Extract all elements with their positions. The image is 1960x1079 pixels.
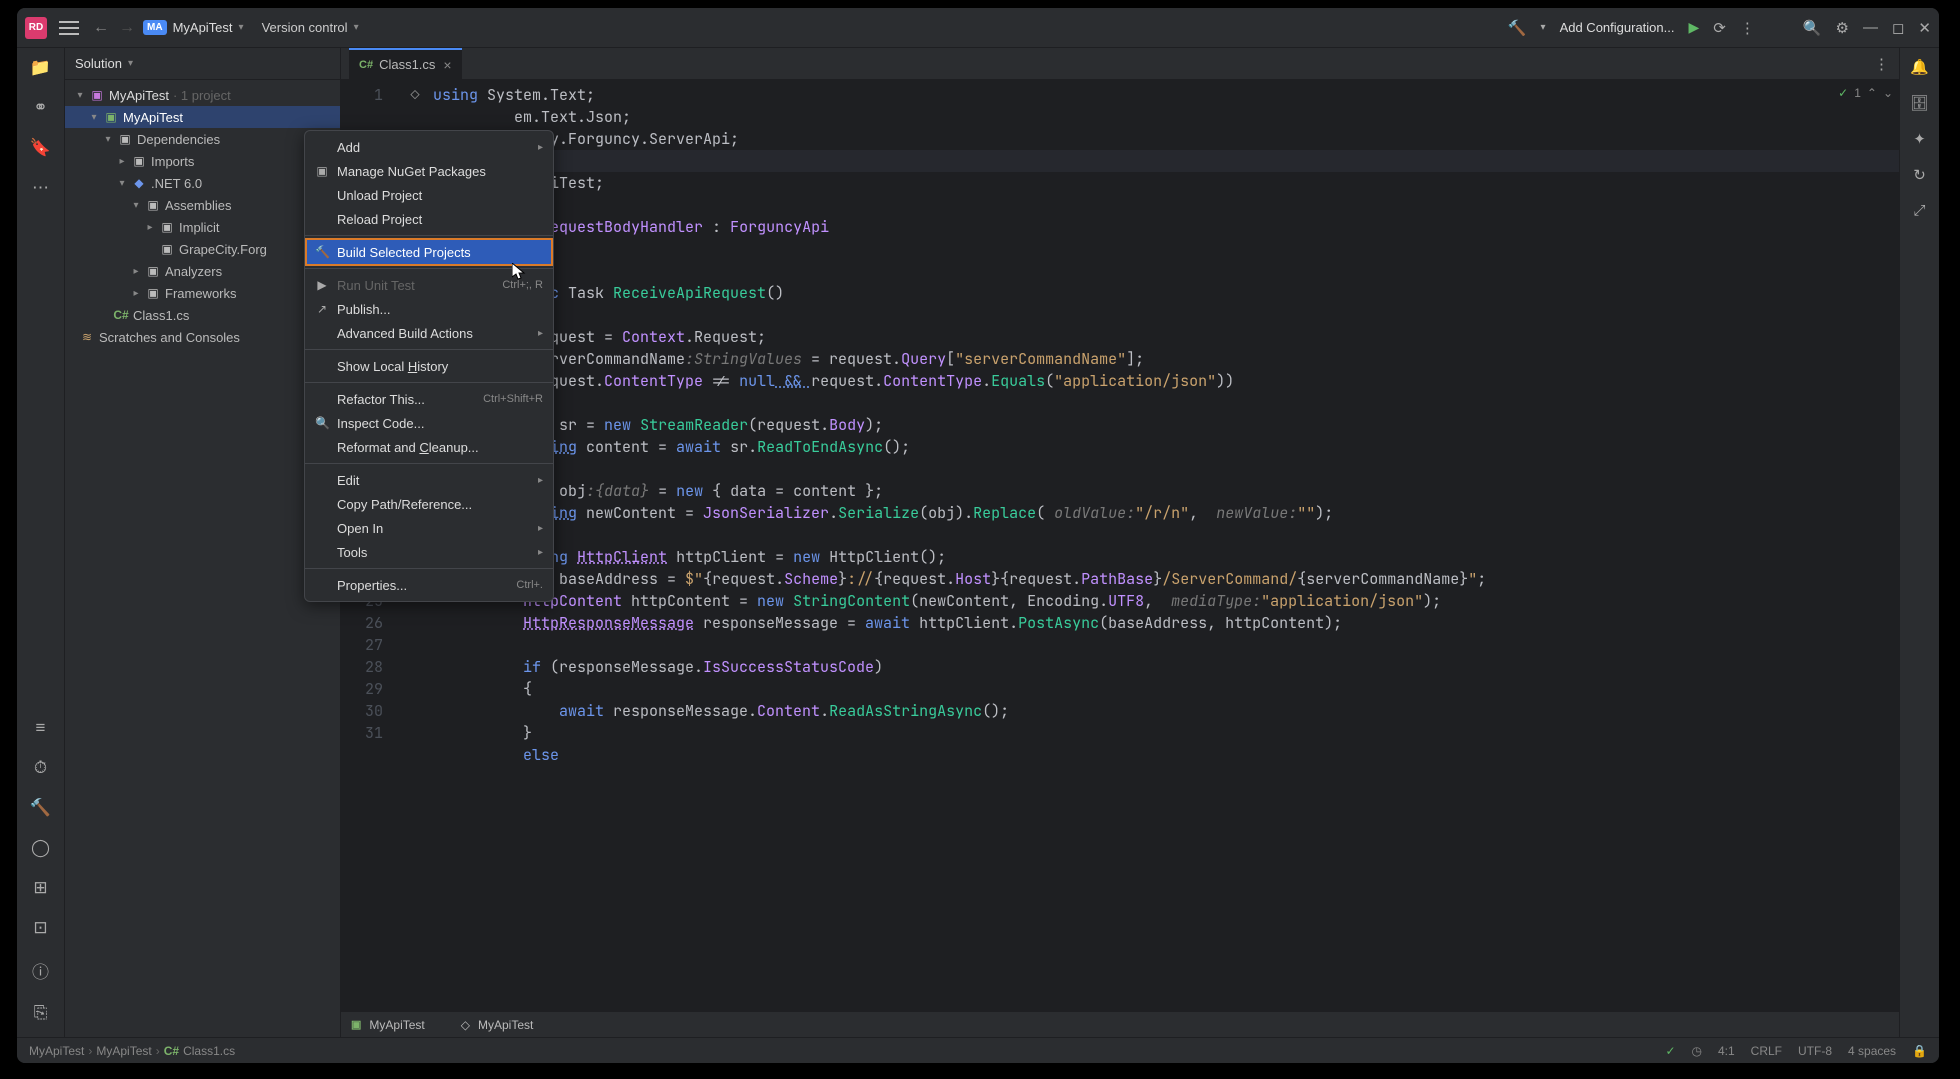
csharp-icon: C#	[359, 59, 373, 71]
notifications-icon[interactable]: 🔔	[1910, 58, 1929, 76]
solution-dropdown[interactable]: ▾	[128, 58, 133, 69]
tool-1[interactable]: ≡	[36, 718, 46, 738]
class1-node[interactable]: C#Class1.cs	[65, 304, 340, 326]
hammer-icon: 🔨	[315, 245, 329, 259]
ctx-properties[interactable]: Properties...Ctrl+.	[305, 573, 553, 597]
right-toolbar: 🔔 🗄 ✦ ↻ ⤢	[1899, 48, 1939, 1037]
bookmark-icon[interactable]: 🔖	[30, 138, 51, 158]
code-editor[interactable]: 1 1920212223 2425262728 293031 ◇ using S…	[341, 80, 1899, 1011]
version-control[interactable]: Version control	[262, 20, 348, 35]
scratches-node[interactable]: ≋Scratches and Consoles	[65, 326, 340, 348]
project-dropdown[interactable]: ▾	[239, 22, 244, 33]
lock-icon[interactable]: 🔒	[1912, 1044, 1927, 1058]
left-toolbar: 📁 ⚭ 🔖 ⋯ ≡ ⏱ 🔨 ◯ ⊞ ⊡ ⓘ ⎘	[17, 48, 65, 1037]
ctx-publish[interactable]: ↗Publish...	[305, 297, 553, 321]
chevron-down-icon[interactable]: ⌄	[1883, 86, 1893, 100]
tool-4[interactable]: ◯	[31, 838, 50, 858]
project-badge: MA	[143, 20, 167, 35]
ai-icon[interactable]: ✦	[1913, 130, 1926, 148]
ctx-local-history[interactable]: Show Local History	[305, 354, 553, 378]
solution-root[interactable]: ▾▣ MyApiTest · 1 project	[65, 84, 340, 106]
solution-title[interactable]: Solution	[75, 56, 122, 71]
ctx-refactor[interactable]: Refactor This...Ctrl+Shift+R	[305, 387, 553, 411]
nav-icon-2: ◇	[461, 1018, 470, 1032]
ctx-inspect[interactable]: 🔍Inspect Code...	[305, 411, 553, 435]
mouse-cursor	[512, 263, 526, 281]
run-config[interactable]: Add Configuration...	[1560, 20, 1675, 35]
tab-class1[interactable]: C# Class1.cs ×	[349, 48, 462, 80]
explorer-icon[interactable]: 📁	[30, 58, 51, 78]
solution-tree: ▾▣ MyApiTest · 1 project ▾▣ MyApiTest ▾▣…	[65, 80, 340, 352]
solution-panel: Solution ▾ ▾▣ MyApiTest · 1 project ▾▣ M…	[65, 48, 341, 1037]
navigation-bar: ▣ MyApiTest ◇ MyApiTest	[341, 1011, 1899, 1037]
nav-icon-1: ▣	[351, 1018, 361, 1031]
editor-tabs: C# Class1.cs × ⋮	[341, 48, 1899, 80]
project-name[interactable]: MyApiTest	[173, 20, 233, 35]
database-icon[interactable]: 🗄	[1910, 94, 1929, 112]
ctx-advanced-build[interactable]: Advanced Build Actions▸	[305, 321, 553, 345]
inspection-widget[interactable]: ✓ 1 ⌃ ⌄	[1838, 86, 1893, 100]
ctx-open-in[interactable]: Open In▸	[305, 516, 553, 540]
run-button[interactable]: ▶	[1688, 19, 1699, 36]
context-menu: Add▸ ▣Manage NuGet Packages Unload Proje…	[304, 130, 554, 602]
settings-icon[interactable]: ⚙	[1836, 19, 1849, 37]
tool-8[interactable]: ⎘	[34, 1003, 48, 1023]
editor-area: C# Class1.cs × ⋮ ✓ 1 ⌃ ⌄ 1 1920212223 24…	[341, 48, 1899, 1037]
net-node[interactable]: ▾◆.NET 6.0	[65, 172, 340, 194]
ide-logo: RD	[25, 17, 47, 39]
build-icon[interactable]: 🔨	[1508, 19, 1527, 37]
assemblies-node[interactable]: ▾▣Assemblies	[65, 194, 340, 216]
tool-2[interactable]: ⏱	[34, 758, 47, 778]
debug-button[interactable]: ⟳	[1713, 19, 1726, 37]
vcs-dropdown[interactable]: ▾	[354, 22, 359, 33]
statusbar: MyApiTest› MyApiTest› C#Class1.cs ✓ ◷ 4:…	[17, 1037, 1939, 1063]
main-menu-button[interactable]	[59, 21, 79, 35]
tool-3[interactable]: 🔨	[30, 798, 51, 818]
ctx-build-selected[interactable]: 🔨Build Selected Projects	[305, 238, 553, 266]
build-dropdown[interactable]: ▾	[1541, 22, 1546, 33]
nav-forward[interactable]: →	[117, 19, 137, 37]
grapecity-node[interactable]: ▣GrapeCity.Forg	[65, 238, 340, 260]
ctx-reformat[interactable]: Reformat and Cleanup...	[305, 435, 553, 459]
shrink-icon[interactable]: ⤢	[1913, 202, 1925, 219]
tool-6[interactable]: ⊡	[33, 918, 47, 938]
more-tools-icon[interactable]: ⋯	[32, 178, 49, 198]
analyzers-node[interactable]: ▸▣Analyzers	[65, 260, 340, 282]
ctx-unload[interactable]: Unload Project	[305, 183, 553, 207]
tool-7[interactable]: ⓘ	[32, 958, 49, 983]
ctx-nuget[interactable]: ▣Manage NuGet Packages	[305, 159, 553, 183]
search-icon[interactable]: 🔍	[1803, 19, 1822, 37]
project-node[interactable]: ▾▣ MyApiTest	[65, 106, 340, 128]
ctx-add[interactable]: Add▸	[305, 135, 553, 159]
status-check-icon[interactable]: ✓	[1665, 1044, 1675, 1058]
structure-icon[interactable]: ⚭	[33, 98, 47, 118]
history-icon[interactable]: ↻	[1913, 166, 1926, 184]
chevron-up-icon[interactable]: ⌃	[1867, 86, 1877, 100]
ctx-copy-path[interactable]: Copy Path/Reference...	[305, 492, 553, 516]
check-icon: ✓	[1838, 86, 1848, 100]
ctx-edit[interactable]: Edit▸	[305, 468, 553, 492]
ctx-reload[interactable]: Reload Project	[305, 207, 553, 231]
close-button[interactable]: ✕	[1918, 19, 1931, 37]
nav-back[interactable]: ←	[91, 19, 111, 37]
more-button[interactable]: ⋮	[1740, 19, 1755, 37]
status-progress-icon[interactable]: ◷	[1692, 1044, 1702, 1058]
ctx-tools[interactable]: Tools▸	[305, 540, 553, 564]
imports-node[interactable]: ▸▣Imports	[65, 150, 340, 172]
tab-close[interactable]: ×	[443, 57, 451, 73]
implicit-node[interactable]: ▸▣Implicit	[65, 216, 340, 238]
dependencies-node[interactable]: ▾▣Dependencies	[65, 128, 340, 150]
maximize-button[interactable]: ◻	[1892, 19, 1904, 37]
titlebar: RD ← → MA MyApiTest ▾ Version control ▾ …	[17, 8, 1939, 48]
tool-5[interactable]: ⊞	[33, 878, 47, 898]
code-content[interactable]: using System.Text; em.Text.Json; eCity.F…	[433, 80, 1899, 1011]
frameworks-node[interactable]: ▸▣Frameworks	[65, 282, 340, 304]
minimize-button[interactable]: —	[1863, 19, 1878, 36]
tabs-more[interactable]: ⋮	[1874, 55, 1889, 73]
